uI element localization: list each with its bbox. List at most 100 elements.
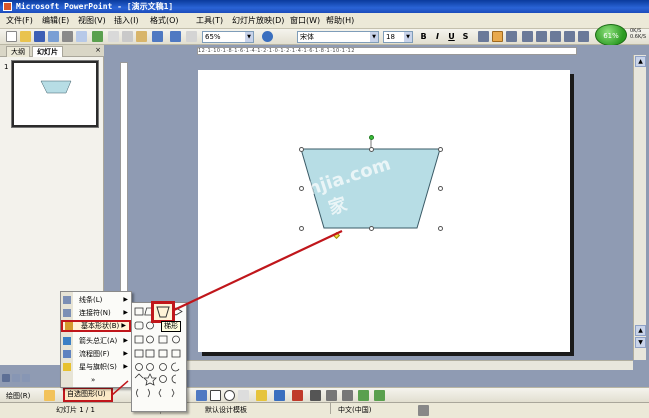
chevron-right-icon: ▶ (123, 350, 128, 357)
menu-insert[interactable]: 插入(I) (114, 15, 139, 27)
zoom-select[interactable]: 65% ▼ (202, 31, 254, 43)
menu-expand[interactable]: » (61, 374, 131, 386)
vertical-scrollbar[interactable]: ▲ ▲ ▼ (633, 55, 646, 360)
help-icon[interactable] (262, 31, 273, 42)
next-slide-icon[interactable]: ▼ (635, 337, 646, 348)
chevron-right-icon: ▶ (123, 309, 128, 316)
chevron-down-icon[interactable]: ▼ (370, 32, 378, 42)
resize-handle-tl[interactable] (299, 147, 304, 152)
align-center-icon[interactable] (492, 31, 503, 42)
menu-format[interactable]: 格式(O) (150, 15, 179, 27)
shadow-style-icon[interactable] (358, 390, 369, 401)
network-speed-ball[interactable]: 61% (595, 24, 627, 46)
line-color-icon[interactable] (274, 390, 285, 401)
font-color-icon[interactable] (292, 390, 303, 401)
status-slide: 幻灯片 1 / 1 (56, 406, 95, 414)
normal-view-icon[interactable] (2, 374, 10, 382)
menu-item-stars-banners[interactable]: 星与旗帜(S) ▶ (61, 361, 131, 373)
numbering-icon[interactable] (522, 31, 533, 42)
sorter-view-icon[interactable] (12, 374, 20, 382)
resize-handle-t[interactable] (369, 147, 374, 152)
undo-icon[interactable] (152, 31, 163, 42)
shadow-button[interactable]: S (460, 31, 471, 42)
menu-slideshow[interactable]: 幻灯片放映(D) (232, 15, 284, 27)
dash-style-icon[interactable] (326, 390, 337, 401)
font-size-select[interactable]: 18 ▼ (383, 31, 413, 43)
bold-button[interactable]: B (418, 31, 429, 42)
slide-thumbnail[interactable] (11, 60, 99, 128)
tab-outline[interactable]: 大纲 (6, 46, 30, 57)
trapezoid-shape[interactable] (198, 70, 570, 352)
resize-handle-b[interactable] (369, 226, 374, 231)
increase-font-icon[interactable] (550, 31, 561, 42)
resize-handle-tr[interactable] (438, 147, 443, 152)
font-name-select[interactable]: 宋体 ▼ (297, 31, 379, 43)
autoshapes-menu: 线条(L) ▶ 连接符(N) ▶ 基本形状(B) ▶ 箭头总汇(A) ▶ 流程图… (60, 291, 132, 388)
resize-handle-br[interactable] (438, 226, 443, 231)
indent-icon[interactable] (578, 31, 589, 42)
menu-window[interactable]: 窗口(W) (290, 15, 320, 27)
network-speed-info: 0K/S 0.6K/S (630, 28, 646, 40)
paste-icon[interactable] (136, 31, 147, 42)
textbox-icon[interactable] (238, 390, 249, 401)
oval-tool-icon[interactable] (224, 390, 235, 401)
align-right-icon[interactable] (506, 31, 517, 42)
arrow-style-icon[interactable] (342, 390, 353, 401)
chart-icon[interactable] (170, 31, 181, 42)
lines-icon (63, 296, 71, 304)
menu-tools[interactable]: 工具(T) (196, 15, 223, 27)
menu-item-connectors[interactable]: 连接符(N) ▶ (61, 307, 131, 319)
font-size-value: 18 (386, 33, 395, 41)
line-style-icon[interactable] (310, 390, 321, 401)
menu-help[interactable]: 帮助(H) (326, 15, 354, 27)
menu-item-basic-shapes[interactable]: 基本形状(B) ▶ (61, 320, 131, 332)
underline-button[interactable]: U (446, 31, 457, 42)
print-icon[interactable] (62, 31, 73, 42)
chevron-down-icon[interactable]: ▼ (404, 32, 412, 42)
table-icon[interactable] (186, 31, 197, 42)
new-icon[interactable] (6, 31, 17, 42)
chevron-down-icon[interactable]: ▼ (245, 32, 253, 42)
font-name-value: 宋体 (300, 33, 314, 41)
block-arrows-icon (63, 337, 71, 345)
copy-icon[interactable] (122, 31, 133, 42)
arrow-tool-icon[interactable] (196, 390, 207, 401)
rotate-handle[interactable] (369, 135, 374, 140)
spelling-status-icon[interactable] (418, 405, 429, 416)
tab-slides[interactable]: 幻灯片 (32, 46, 63, 57)
autoshapes-button[interactable]: 自选图形(U) (63, 387, 113, 402)
fill-color-icon[interactable] (256, 390, 267, 401)
draw-menu[interactable]: 绘图(R) (6, 391, 30, 401)
scroll-up-icon[interactable]: ▲ (635, 56, 646, 67)
prev-slide-icon[interactable]: ▲ (635, 325, 646, 336)
open-icon[interactable] (20, 31, 31, 42)
align-left-icon[interactable] (478, 31, 489, 42)
rectangle-tool-icon[interactable] (210, 390, 221, 401)
menu-item-flowchart[interactable]: 流程图(F) ▶ (61, 348, 131, 360)
thumbnail-trapezoid (40, 80, 72, 94)
slide-canvas[interactable] (198, 70, 570, 352)
3d-style-icon[interactable] (374, 390, 385, 401)
menu-view[interactable]: 视图(V) (78, 15, 106, 27)
menu-edit[interactable]: 编辑(E) (42, 15, 69, 27)
resize-handle-bl[interactable] (299, 226, 304, 231)
resize-handle-r[interactable] (438, 186, 443, 191)
menu-item-lines[interactable]: 线条(L) ▶ (61, 294, 131, 306)
menu-item-block-arrows[interactable]: 箭头总汇(A) ▶ (61, 335, 131, 347)
italic-button[interactable]: I (432, 31, 443, 42)
slideshow-view-icon[interactable] (22, 374, 30, 382)
close-icon[interactable]: × (95, 46, 101, 54)
permission-icon[interactable] (48, 31, 59, 42)
decrease-font-icon[interactable] (564, 31, 575, 42)
select-objects-icon[interactable] (44, 390, 55, 401)
save-icon[interactable] (34, 31, 45, 42)
horizontal-scrollbar[interactable] (127, 360, 633, 370)
resize-handle-l[interactable] (299, 186, 304, 191)
preview-icon[interactable] (76, 31, 87, 42)
status-separator (330, 403, 331, 414)
bullets-icon[interactable] (536, 31, 547, 42)
cut-icon[interactable] (108, 31, 119, 42)
menu-file[interactable]: 文件(F) (6, 15, 33, 27)
trapezoid-shape-button[interactable] (151, 301, 175, 323)
spelling-icon[interactable] (92, 31, 103, 42)
